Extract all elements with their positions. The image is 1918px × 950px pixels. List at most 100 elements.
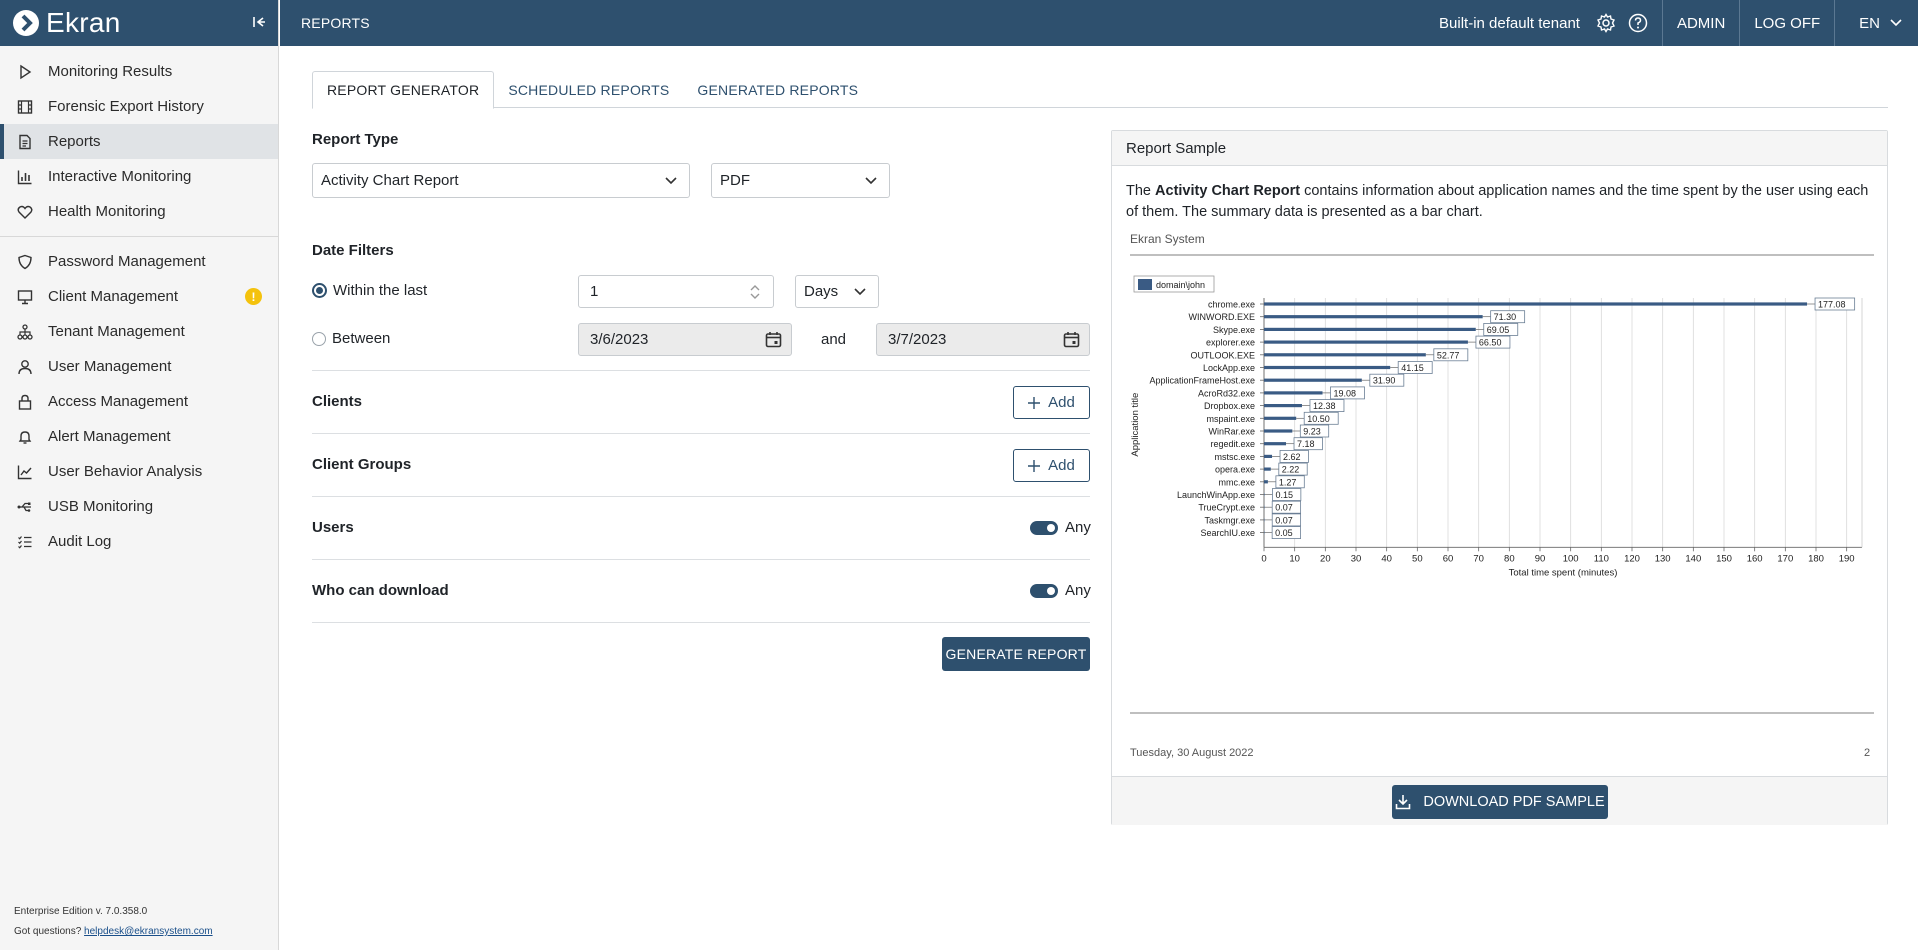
divider: [312, 370, 1090, 371]
collapse-sidebar-icon[interactable]: [250, 13, 268, 31]
report-type-label: Report Type: [312, 131, 399, 148]
bar: [1264, 454, 1273, 458]
category-label: LaunchWinApp.exe: [1177, 490, 1255, 500]
tab-report-generator[interactable]: REPORT GENERATOR: [312, 71, 495, 109]
sidebar-item-monitoring-results[interactable]: Monitoring Results: [0, 54, 278, 89]
value-label: 9.23: [1303, 427, 1321, 437]
sidebar-item-access-management[interactable]: Access Management: [0, 384, 278, 419]
questions-label: Got questions?: [14, 926, 82, 937]
bar: [1264, 302, 1808, 306]
category-label: opera.exe: [1215, 465, 1255, 475]
sidebar-item-label: Tenant Management: [48, 323, 185, 340]
report-date: Tuesday, 30 August 2022: [1130, 747, 1254, 759]
bar: [1264, 378, 1362, 382]
sidebar-item-forensic-export-history[interactable]: Forensic Export History: [0, 89, 278, 124]
sidebar-item-label: Health Monitoring: [48, 203, 166, 220]
tenant-name[interactable]: Built-in default tenant: [1439, 15, 1580, 32]
x-tick-label: 120: [1624, 553, 1640, 564]
lock-icon: [18, 394, 32, 410]
bell-icon: [18, 430, 32, 444]
date-from-input[interactable]: 3/6/2023: [578, 323, 792, 356]
x-tick-label: 0: [1261, 553, 1266, 564]
value-label: 66.50: [1479, 338, 1502, 348]
date-filters-label: Date Filters: [312, 242, 394, 259]
sidebar-item-label: Access Management: [48, 393, 189, 410]
user-icon: [18, 359, 32, 374]
language-selector[interactable]: EN: [1834, 0, 1918, 46]
report-type-value: Activity Chart Report: [321, 172, 459, 189]
logoff-button[interactable]: LOG OFF: [1739, 0, 1834, 46]
sidebar-item-usb-monitoring[interactable]: USB Monitoring: [0, 489, 278, 524]
sidebar-item-interactive-monitoring[interactable]: Interactive Monitoring: [0, 159, 278, 194]
x-tick-label: 20: [1320, 553, 1331, 564]
x-tick-label: 180: [1808, 553, 1824, 564]
date-to-input[interactable]: 3/7/2023: [876, 323, 1090, 356]
calendar-icon[interactable]: [1063, 331, 1080, 348]
category-label: AcroRd32.exe: [1198, 388, 1255, 398]
helpdesk-link[interactable]: helpdesk@ekransystem.com: [84, 926, 213, 937]
period-unit-select[interactable]: Days: [795, 275, 879, 308]
generate-report-button[interactable]: GENERATE REPORT: [942, 637, 1090, 671]
bar: [1264, 340, 1468, 344]
value-label: 12.38: [1313, 401, 1336, 411]
tab-generated-reports[interactable]: GENERATED REPORTS: [683, 71, 872, 108]
add-clients-button[interactable]: Add: [1013, 386, 1090, 419]
calendar-icon[interactable]: [765, 331, 782, 348]
value-label: 52.77: [1437, 350, 1460, 360]
document-icon: [19, 134, 31, 149]
bar: [1264, 442, 1287, 446]
bar: [1264, 480, 1268, 484]
list-icon: [18, 535, 32, 549]
sidebar-item-user-management[interactable]: User Management: [0, 349, 278, 384]
within-last-number-input[interactable]: 1: [578, 275, 774, 308]
spinner-icon[interactable]: [749, 283, 761, 301]
bar: [1264, 365, 1391, 370]
plus-icon: [1028, 396, 1041, 409]
film-icon: [17, 99, 33, 114]
plus-icon: [1028, 459, 1041, 472]
logo-bar: Ekran: [0, 0, 278, 46]
sidebar-item-label: USB Monitoring: [48, 498, 154, 515]
sidebar-item-label: Interactive Monitoring: [48, 168, 192, 185]
value-label: 7.18: [1297, 439, 1315, 449]
sidebar-item-tenant-management[interactable]: Tenant Management: [0, 314, 278, 349]
sidebar-item-reports[interactable]: Reports: [0, 124, 278, 159]
help-icon[interactable]: [1628, 13, 1648, 33]
category-label: WINWORD.EXE: [1189, 312, 1256, 322]
download-pdf-sample-button[interactable]: DOWNLOAD PDF SAMPLE: [1392, 785, 1608, 819]
x-tick-label: 40: [1381, 553, 1392, 564]
x-tick-label: 70: [1473, 553, 1484, 564]
gear-icon[interactable]: [1596, 13, 1616, 33]
sidebar-item-alert-management[interactable]: Alert Management: [0, 419, 278, 454]
divider: [312, 496, 1090, 497]
monitor-icon: [17, 289, 33, 304]
users-any-toggle[interactable]: [1030, 521, 1058, 535]
value-label: 1.27: [1279, 477, 1297, 487]
sidebar-item-user-behavior-analysis[interactable]: User Behavior Analysis: [0, 454, 278, 489]
x-tick-label: 170: [1777, 553, 1793, 564]
report-type-select[interactable]: Activity Chart Report: [312, 163, 690, 198]
value-label: 31.90: [1373, 376, 1396, 386]
format-select[interactable]: PDF: [711, 163, 890, 198]
category-label: LockApp.exe: [1203, 363, 1255, 373]
sidebar-item-label: Audit Log: [48, 533, 112, 550]
category-label: explorer.exe: [1206, 338, 1255, 348]
sidebar-item-password-management[interactable]: Password Management: [0, 244, 278, 279]
add-client-groups-button[interactable]: Add: [1013, 449, 1090, 482]
play-icon: [20, 64, 32, 79]
within-last-radio[interactable]: Within the last: [312, 282, 427, 299]
bar: [1264, 416, 1297, 420]
sidebar-item-health-monitoring[interactable]: Health Monitoring: [0, 194, 278, 229]
sidebar-item-audit-log[interactable]: Audit Log: [0, 524, 278, 559]
between-radio[interactable]: Between: [312, 330, 390, 347]
chevron-down-icon: [1890, 19, 1902, 27]
value-label: 0.07: [1275, 515, 1293, 525]
who-can-download-toggle[interactable]: [1030, 584, 1058, 598]
admin-button[interactable]: ADMIN: [1661, 0, 1739, 46]
tab-scheduled-reports[interactable]: SCHEDULED REPORTS: [494, 71, 683, 108]
report-tabs: REPORT GENERATOR SCHEDULED REPORTS GENER…: [312, 71, 1888, 109]
sidebar-item-client-management[interactable]: Client Management!: [0, 279, 278, 314]
sidebar-item-label: User Management: [48, 358, 172, 375]
category-label: mmc.exe: [1218, 477, 1255, 487]
panel-title: Report Sample: [1112, 131, 1887, 166]
